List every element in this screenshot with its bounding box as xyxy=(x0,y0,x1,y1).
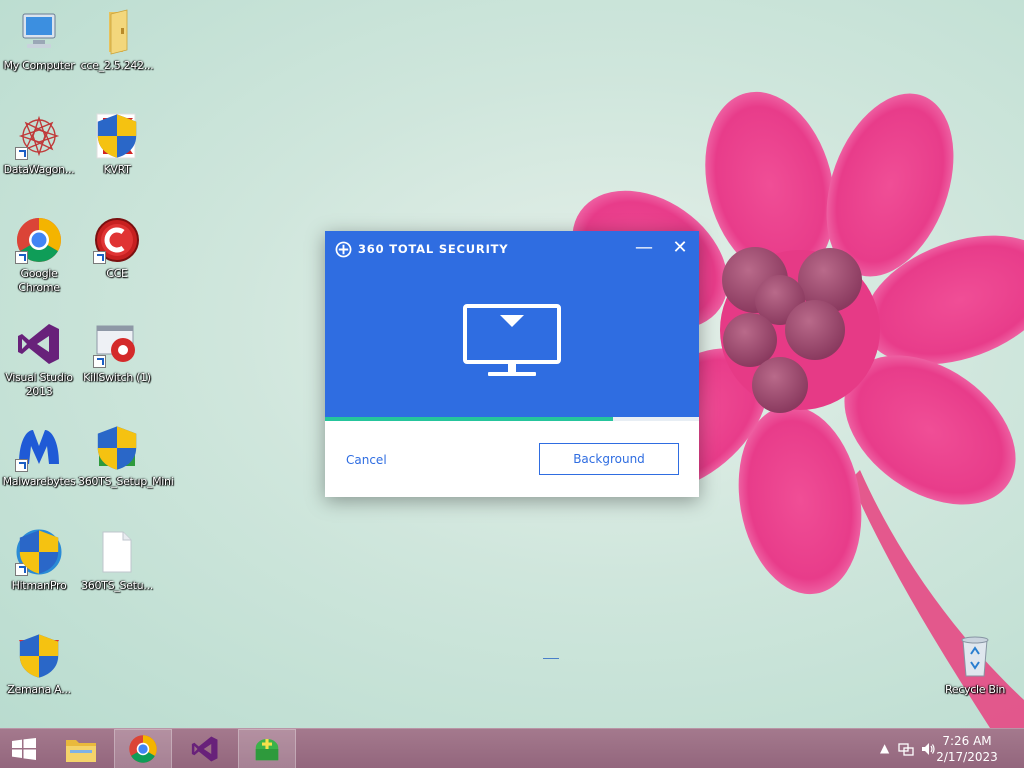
chrome-icon xyxy=(15,216,63,264)
icon-label: Visual Studio 2013 xyxy=(5,371,73,398)
chrome-icon xyxy=(129,735,157,763)
icon-label: Google Chrome xyxy=(18,267,60,294)
clock-date: 2/17/2023 xyxy=(936,750,998,764)
taskbar-file-explorer[interactable] xyxy=(52,729,110,768)
visual-studio-icon xyxy=(15,320,63,368)
icon-label: Zemana A... xyxy=(7,683,71,696)
icon-label: 360TS_Setup_Mini xyxy=(78,475,174,488)
desktop-icon-google-chrome[interactable]: Google Chrome xyxy=(0,216,78,295)
desktop-icon-malwarebytes[interactable]: Malwarebytes xyxy=(0,424,78,489)
360-setup-icon xyxy=(255,739,279,761)
desktop-icon-kvrt[interactable]: KVRT xyxy=(78,112,156,177)
folder-icon xyxy=(93,8,141,56)
shortcut-arrow-icon xyxy=(15,147,28,160)
desktop-icon-my-computer[interactable]: My Computer xyxy=(0,8,78,73)
shortcut-arrow-icon xyxy=(93,355,106,368)
taskbar-visual-studio[interactable] xyxy=(176,729,234,768)
start-button[interactable] xyxy=(0,729,48,768)
background-button[interactable]: Background xyxy=(539,443,679,475)
desktop-icon-killswitch[interactable]: KillSwitch (1) xyxy=(78,320,156,385)
malwarebytes-icon xyxy=(15,424,63,472)
desktop-icon-visual-studio[interactable]: Visual Studio 2013 xyxy=(0,320,78,399)
zemana-icon xyxy=(15,632,63,680)
360-logo-icon xyxy=(335,241,352,257)
icon-label: KVRT xyxy=(103,163,131,176)
visual-studio-icon xyxy=(191,736,218,762)
desktop-icon-cce-folder[interactable]: cce_2.5.242... xyxy=(78,8,156,73)
computer-icon xyxy=(15,8,63,56)
icon-label: HitmanPro xyxy=(11,579,67,592)
360-setup-icon xyxy=(93,424,141,472)
desktop-icon-360ts-setup-file[interactable]: 360TS_Setu... xyxy=(78,528,156,593)
dialog-header: 360 TOTAL SECURITY — ✕ xyxy=(325,231,699,417)
progress-bar xyxy=(325,417,699,421)
network-icon[interactable] xyxy=(898,741,914,757)
progress-fill xyxy=(325,417,613,421)
icon-label: CCE xyxy=(106,267,128,280)
taskbar-google-chrome[interactable] xyxy=(114,729,172,768)
icon-label: DataWagon... xyxy=(3,163,75,176)
uac-shield-icon xyxy=(97,114,137,158)
desktop-icon-datawagon[interactable]: DataWagon... xyxy=(0,112,78,177)
desktop-icon-cce[interactable]: CCE xyxy=(78,216,156,281)
shortcut-arrow-icon xyxy=(15,251,28,264)
dialog-title-text: 360 TOTAL SECURITY xyxy=(358,242,509,256)
uac-shield-icon xyxy=(97,426,137,470)
desktop-icon-recycle-bin[interactable]: Recycle Bin xyxy=(936,632,1014,697)
desktop-icon-360ts-setup-mini[interactable]: 360TS_Setup_Mini xyxy=(78,424,174,489)
shortcut-arrow-icon xyxy=(15,459,28,472)
desktop-artifact xyxy=(543,658,559,659)
clock-time: 7:26 AM xyxy=(942,734,992,748)
windows-logo-icon xyxy=(12,738,36,760)
monitor-icon xyxy=(463,304,561,376)
desktop-icon-zemana[interactable]: Zemana A... xyxy=(0,632,78,697)
icon-label: 360TS_Setu... xyxy=(81,579,153,592)
kvrt-icon xyxy=(93,112,141,160)
desktop: My Computer DataWagon... Google Chrome V… xyxy=(0,0,1024,728)
close-button[interactable]: ✕ xyxy=(669,238,691,260)
show-hidden-icons-chevron-icon[interactable]: ▲ xyxy=(880,741,889,755)
uac-shield-icon xyxy=(19,530,59,574)
icon-label: KillSwitch (1) xyxy=(83,371,151,384)
system-tray: ▲ 7:26 AM 2/17/2023 xyxy=(864,729,1024,768)
shortcut-arrow-icon xyxy=(93,251,106,264)
taskbar-360-setup[interactable] xyxy=(238,729,296,768)
killswitch-icon xyxy=(93,320,141,368)
uac-shield-icon xyxy=(19,634,59,678)
clock[interactable]: 7:26 AM 2/17/2023 xyxy=(932,733,1002,765)
icon-label: Malwarebytes xyxy=(2,475,76,488)
icon-label: My Computer xyxy=(3,59,75,72)
minimize-button[interactable]: — xyxy=(633,238,655,260)
file-icon xyxy=(93,528,141,576)
recycle-bin-icon xyxy=(951,632,999,680)
installer-dialog: 360 TOTAL SECURITY — ✕ Cancel Background xyxy=(325,231,699,497)
icon-label: cce_2.5.242... xyxy=(80,59,154,72)
datawagon-icon xyxy=(15,112,63,160)
icon-label: Recycle Bin xyxy=(944,683,1006,696)
file-explorer-icon xyxy=(66,740,96,762)
cce-icon xyxy=(93,216,141,264)
cancel-link[interactable]: Cancel xyxy=(346,453,387,467)
desktop-icon-hitmanpro[interactable]: HitmanPro xyxy=(0,528,78,593)
hitmanpro-icon xyxy=(15,528,63,576)
dialog-title: 360 TOTAL SECURITY xyxy=(335,240,508,258)
taskbar: ▲ 7:26 AM 2/17/2023 xyxy=(0,728,1024,768)
